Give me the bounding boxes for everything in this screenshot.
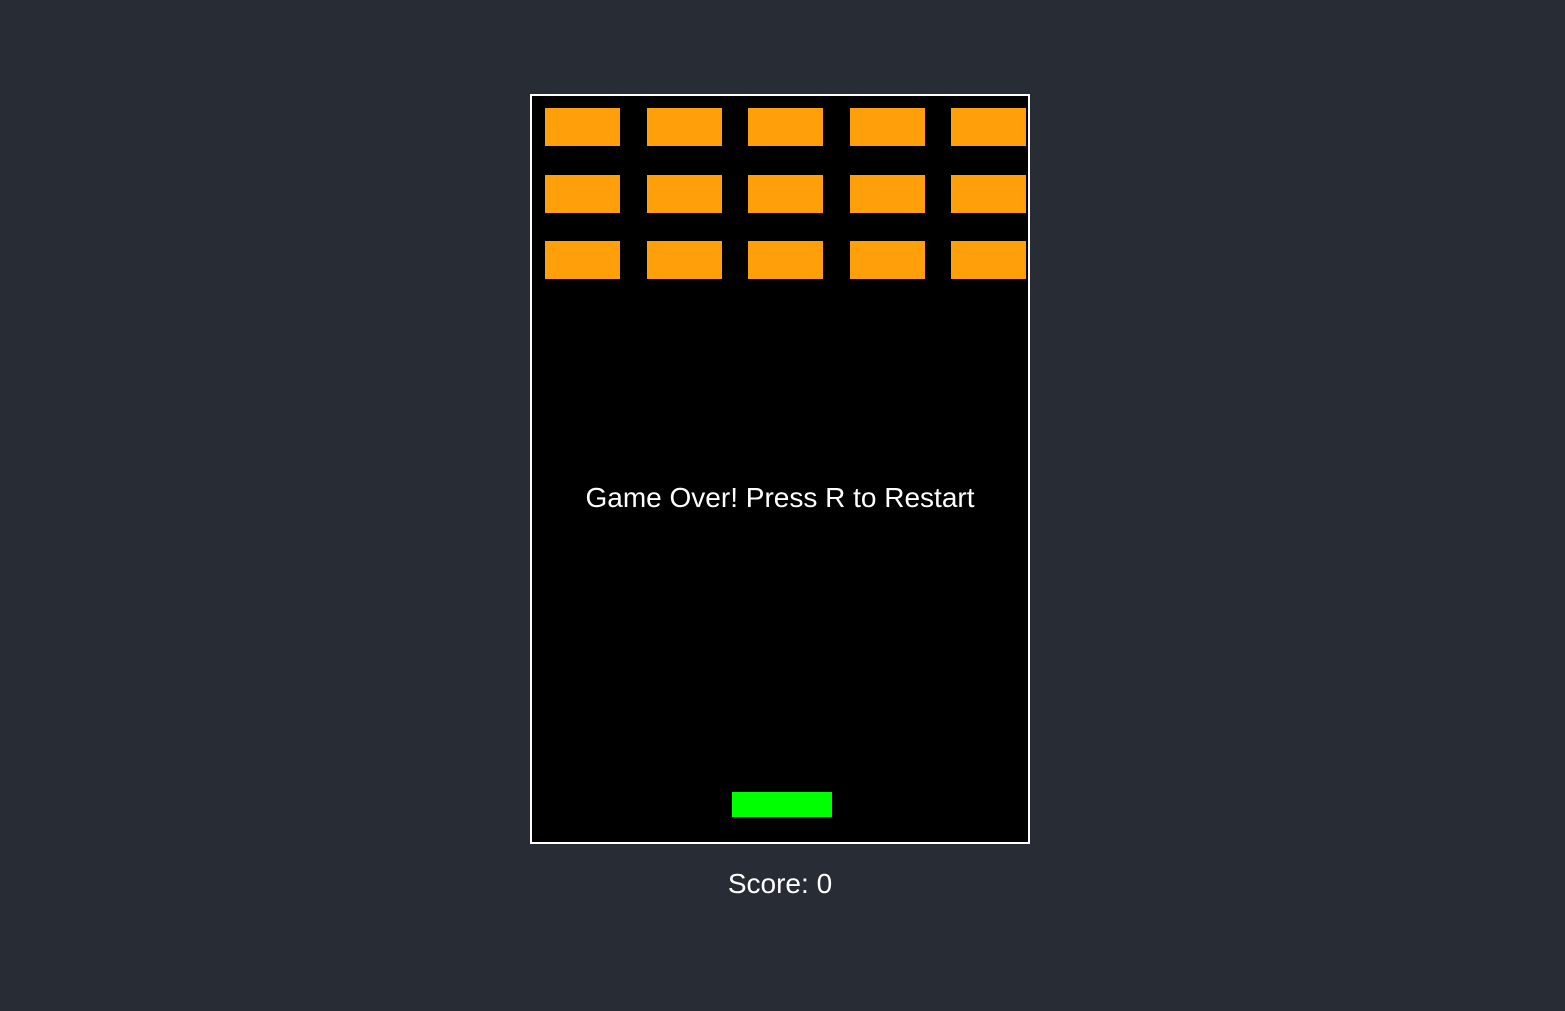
brick bbox=[951, 108, 1026, 146]
score-label: Score: bbox=[727, 868, 817, 899]
brick bbox=[545, 108, 620, 146]
game-board[interactable]: Game Over! Press R to Restart bbox=[530, 94, 1030, 844]
brick bbox=[850, 175, 925, 213]
brick bbox=[647, 175, 722, 213]
game-over-message: Game Over! Press R to Restart bbox=[585, 482, 975, 513]
brick bbox=[850, 108, 925, 146]
brick bbox=[850, 241, 925, 279]
brick bbox=[951, 241, 1026, 279]
brick bbox=[748, 241, 823, 279]
brick bbox=[545, 241, 620, 279]
paddle bbox=[732, 792, 832, 817]
brick-field bbox=[545, 108, 1026, 280]
brick bbox=[647, 241, 722, 279]
brick bbox=[748, 175, 823, 213]
brick bbox=[951, 175, 1026, 213]
brick bbox=[647, 108, 722, 146]
score-display: Score: 0 bbox=[530, 866, 1030, 902]
brick bbox=[545, 175, 620, 213]
score-value: 0 bbox=[816, 868, 833, 899]
brick bbox=[748, 108, 823, 146]
